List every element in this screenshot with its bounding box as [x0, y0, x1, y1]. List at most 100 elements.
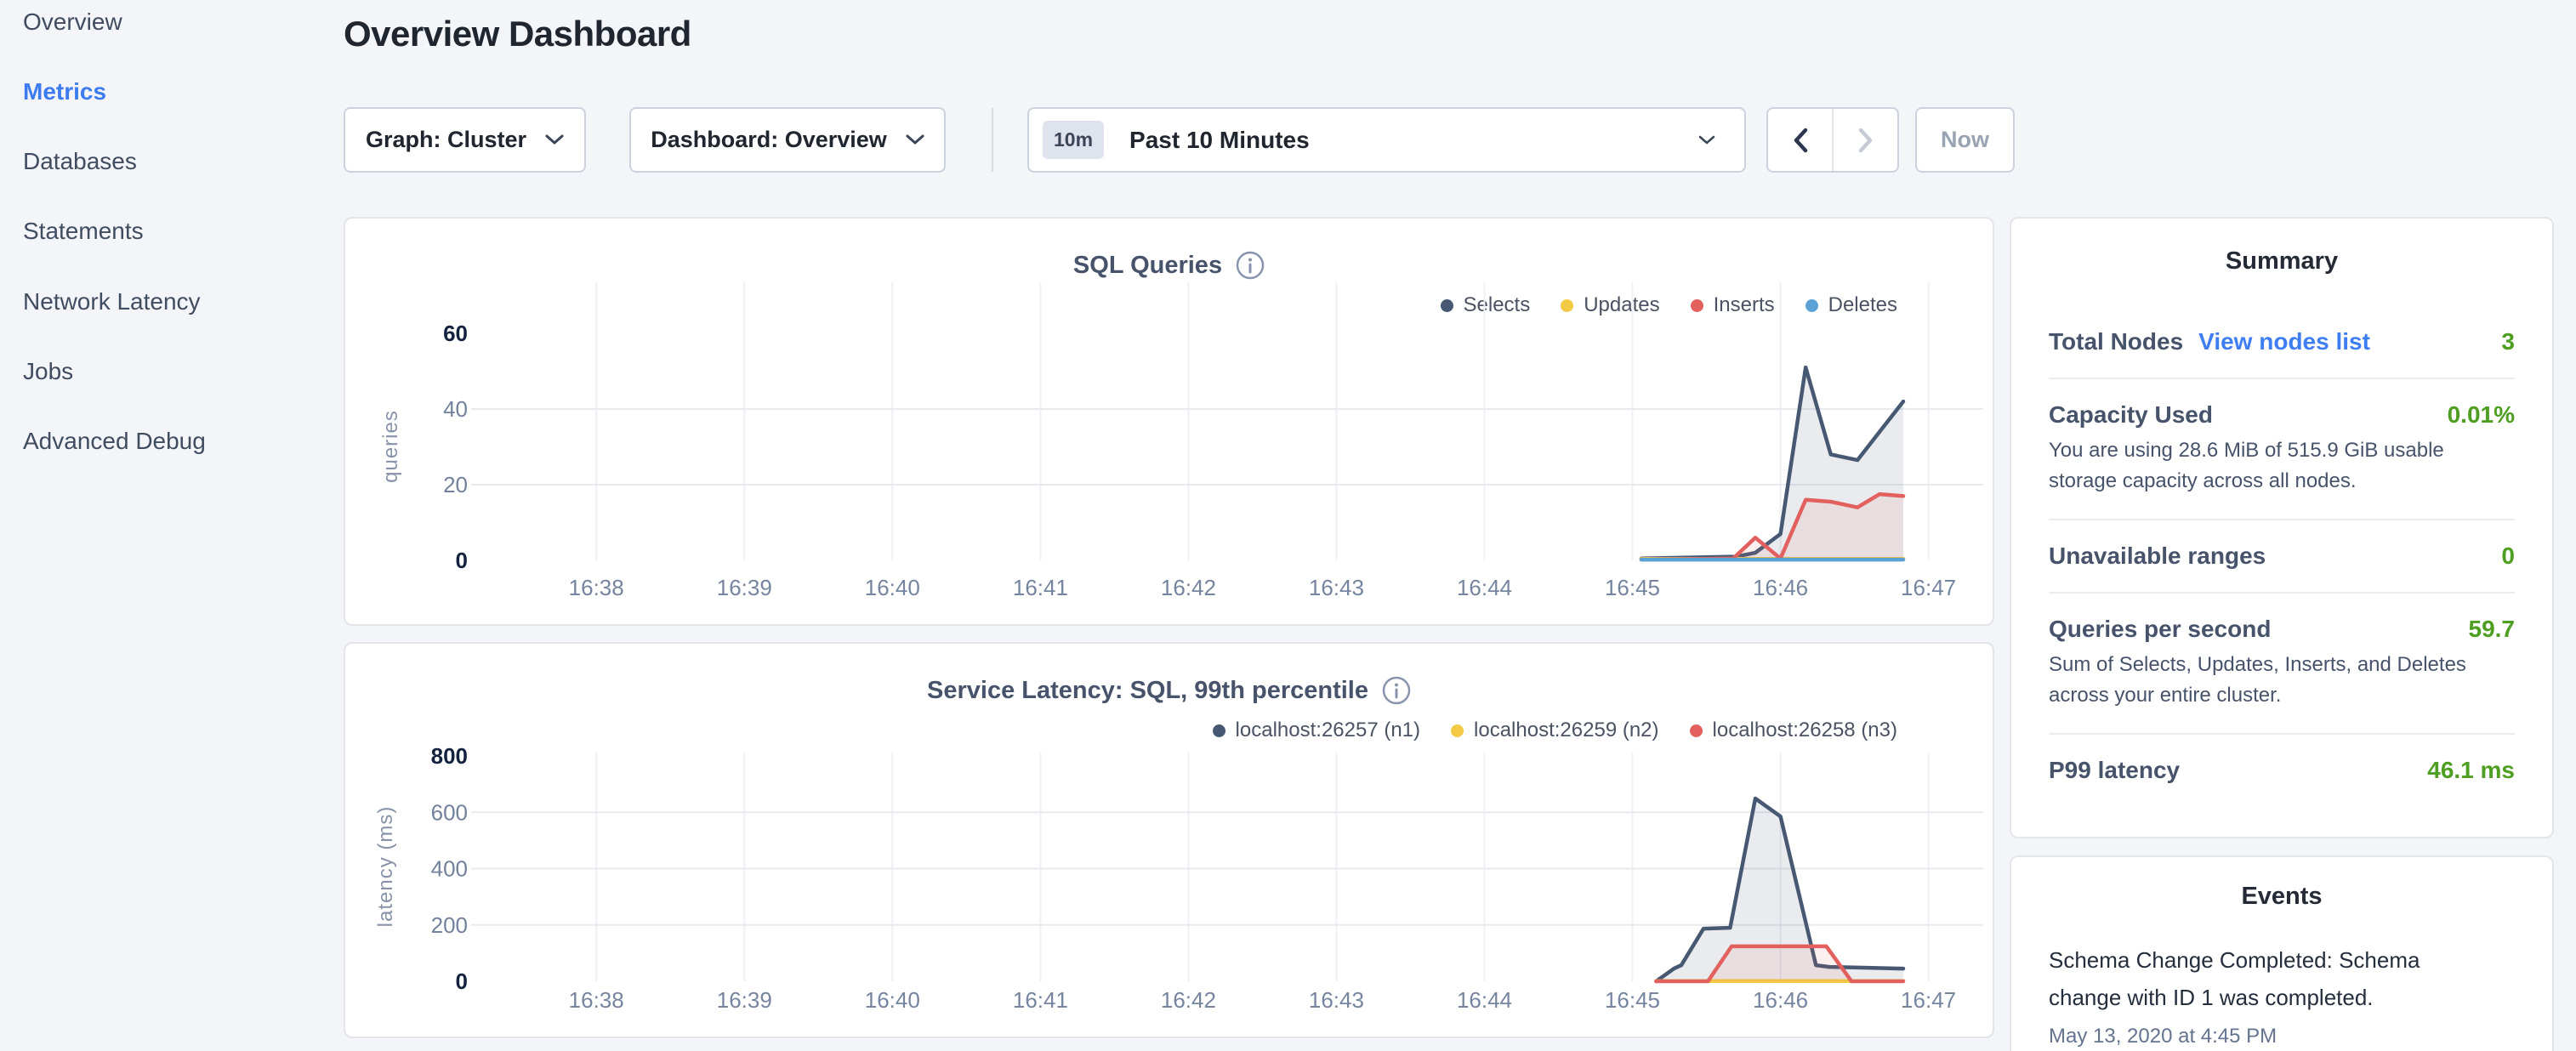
events-title: Events: [2049, 883, 2515, 911]
summary-row-value: 3: [2501, 328, 2515, 355]
chevron-down-icon: [1698, 135, 1715, 145]
sidebar-item-statements[interactable]: Statements: [23, 218, 144, 245]
info-icon[interactable]: [1382, 676, 1411, 705]
summary-row-value: 59.7: [2469, 616, 2516, 643]
svg-text:16:47: 16:47: [1901, 987, 1956, 1013]
summary-row-value: 46.1 ms: [2427, 757, 2515, 784]
sql-queries-y-axis-label: queries: [379, 410, 403, 483]
svg-text:20: 20: [443, 472, 468, 497]
summary-row-total-nodes: Total Nodes View nodes list 3: [2049, 306, 2515, 378]
svg-text:16:39: 16:39: [717, 575, 772, 600]
svg-text:16:39: 16:39: [717, 987, 772, 1013]
svg-text:40: 40: [443, 396, 468, 422]
graph-dropdown[interactable]: Graph: Cluster: [344, 107, 586, 173]
summary-row-capacity-used: Capacity Used 0.01% You are using 28.6 M…: [2049, 378, 2515, 519]
chevron-right-icon: [1857, 127, 1874, 154]
sidebar-item-databases[interactable]: Databases: [23, 148, 137, 175]
svg-text:16:41: 16:41: [1013, 575, 1068, 600]
svg-text:16:38: 16:38: [569, 575, 624, 600]
sql-queries-chart-header: SQL Queries: [345, 251, 1993, 280]
svg-text:800: 800: [431, 743, 468, 769]
sql-queries-chart-title: SQL Queries: [1073, 252, 1222, 280]
svg-text:16:38: 16:38: [569, 987, 624, 1013]
svg-text:16:42: 16:42: [1161, 987, 1216, 1013]
svg-text:0: 0: [456, 969, 468, 994]
summary-row-label: Capacity Used: [2049, 401, 2213, 429]
event-item-timestamp: May 13, 2020 at 4:45 PM: [2049, 1025, 2515, 1048]
svg-text:16:44: 16:44: [1457, 575, 1512, 600]
svg-text:16:45: 16:45: [1605, 575, 1660, 600]
prev-time-button[interactable]: [1768, 109, 1834, 171]
legend-label: localhost:26258 (n3): [1713, 719, 1897, 742]
service-latency-chart-plot[interactable]: 16:38 16:39 16:40 16:41 16:42 16:43 16:44 16:45…: [430, 746, 1995, 1035]
svg-text:16:46: 16:46: [1753, 575, 1808, 600]
summary-row-description: Sum of Selects, Updates, Inserts, and De…: [2049, 650, 2515, 711]
summary-row-queries-per-second: Queries per second 59.7 Sum of Selects, …: [2049, 592, 2515, 733]
summary-row-label: Unavailable ranges: [2049, 543, 2266, 570]
time-range-badge: 10m: [1043, 121, 1104, 159]
svg-text:16:44: 16:44: [1457, 987, 1512, 1013]
legend-label: localhost:26257 (n1): [1236, 719, 1420, 742]
sql-queries-chart-plot[interactable]: 16:38 16:39 16:40 16:41 16:42 16:43 16:44 16:45…: [430, 278, 1995, 605]
dashboard-dropdown-label: Dashboard: Overview: [651, 127, 887, 153]
chevron-down-icon: [906, 134, 924, 145]
legend-item-n1: localhost:26257 (n1): [1213, 719, 1420, 742]
event-item-text: Schema Change Completed: Schema change w…: [2049, 941, 2448, 1016]
events-panel: Events Schema Change Completed: Schema c…: [2010, 855, 2554, 1051]
chevron-down-icon: [545, 134, 564, 145]
summary-panel: Summary Total Nodes View nodes list 3 Ca…: [2010, 217, 2554, 838]
summary-row-label: Queries per second: [2049, 616, 2271, 643]
info-icon[interactable]: [1236, 251, 1265, 280]
service-latency-chart-title: Service Latency: SQL, 99th percentile: [927, 677, 1368, 705]
dashboard-dropdown[interactable]: Dashboard: Overview: [629, 107, 946, 173]
svg-text:16:45: 16:45: [1605, 987, 1660, 1013]
time-range-label: Past 10 Minutes: [1129, 127, 1310, 154]
summary-row-unavailable-ranges: Unavailable ranges 0: [2049, 519, 2515, 592]
svg-text:16:42: 16:42: [1161, 575, 1216, 600]
svg-text:400: 400: [431, 856, 468, 882]
sidebar-item-overview[interactable]: Overview: [23, 9, 122, 36]
legend-item-n3: localhost:26258 (n3): [1690, 719, 1897, 742]
app-root: Overview Metrics Databases Statements Ne…: [0, 0, 2576, 1051]
n1-series-dot: [1213, 724, 1225, 737]
view-nodes-list-link[interactable]: View nodes list: [2198, 328, 2370, 355]
svg-text:16:40: 16:40: [865, 575, 920, 600]
legend-label: localhost:26259 (n2): [1474, 719, 1658, 742]
svg-text:16:43: 16:43: [1309, 987, 1364, 1013]
now-button[interactable]: Now: [1915, 107, 2015, 173]
page-title: Overview Dashboard: [344, 14, 691, 54]
summary-rows: Total Nodes View nodes list 3 Capacity U…: [2049, 306, 2515, 806]
toolbar-divider: [992, 108, 993, 172]
svg-text:600: 600: [431, 799, 468, 825]
summary-row-label: P99 latency: [2049, 757, 2180, 784]
sidebar-item-advanced-debug[interactable]: Advanced Debug: [23, 428, 206, 455]
summary-row-p99-latency: P99 latency 46.1 ms: [2049, 733, 2515, 806]
next-time-button[interactable]: [1834, 109, 1897, 171]
summary-row-value: 0.01%: [2448, 401, 2515, 429]
sidebar-item-metrics[interactable]: Metrics: [23, 78, 106, 105]
summary-row-value: 0: [2501, 543, 2515, 570]
time-range-selector[interactable]: 10m Past 10 Minutes: [1027, 107, 1746, 173]
svg-text:0: 0: [456, 548, 468, 573]
service-latency-chart-card: Service Latency: SQL, 99th percentile lo…: [344, 642, 1994, 1038]
graph-dropdown-label: Graph: Cluster: [366, 127, 526, 153]
svg-text:200: 200: [431, 912, 468, 938]
time-nav-buttons: [1766, 107, 1899, 173]
svg-text:16:40: 16:40: [865, 987, 920, 1013]
n2-series-dot: [1451, 724, 1464, 737]
svg-text:60: 60: [443, 321, 468, 346]
service-latency-legend: localhost:26257 (n1) localhost:26259 (n2…: [1213, 719, 1897, 742]
svg-text:16:43: 16:43: [1309, 575, 1364, 600]
svg-text:16:47: 16:47: [1901, 575, 1956, 600]
summary-row-description: You are using 28.6 MiB of 515.9 GiB usab…: [2049, 435, 2515, 497]
n3-series-dot: [1690, 724, 1703, 737]
service-latency-chart-header: Service Latency: SQL, 99th percentile: [345, 676, 1993, 705]
legend-item-n2: localhost:26259 (n2): [1451, 719, 1658, 742]
service-latency-y-axis-label: latency (ms): [374, 806, 398, 928]
svg-text:16:46: 16:46: [1753, 987, 1808, 1013]
sidebar-item-network-latency[interactable]: Network Latency: [23, 288, 201, 315]
sidebar-item-jobs[interactable]: Jobs: [23, 358, 73, 385]
svg-text:16:41: 16:41: [1013, 987, 1068, 1013]
chevron-left-icon: [1792, 127, 1809, 154]
sql-queries-chart-card: SQL Queries Selects Updates Inserts Dele…: [344, 217, 1994, 626]
